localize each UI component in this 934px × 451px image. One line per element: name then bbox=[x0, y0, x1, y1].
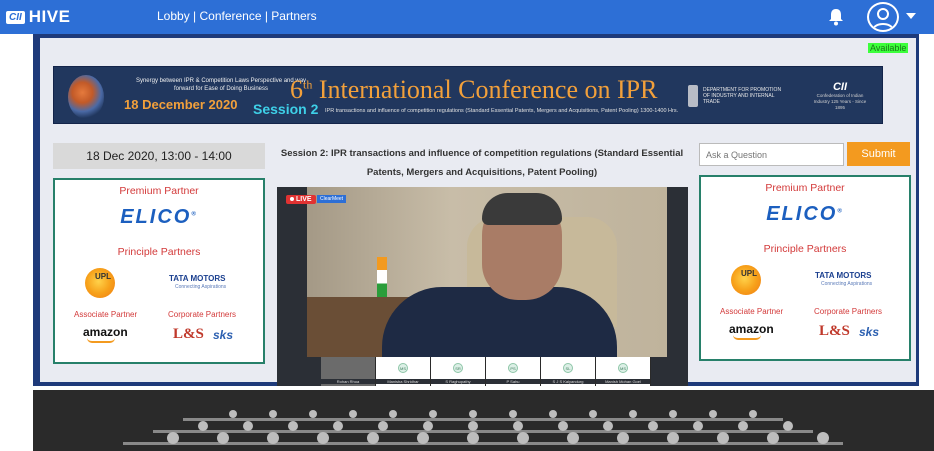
hive-logo-text: HIVE bbox=[28, 7, 71, 26]
speaker-hair bbox=[482, 193, 562, 225]
elico-logo[interactable]: ELICO® bbox=[55, 206, 263, 229]
nav-links[interactable]: Lobby | Conference | Partners bbox=[157, 9, 317, 23]
upl-logo-label: UPL bbox=[95, 272, 111, 281]
amazon-smile-icon bbox=[733, 335, 761, 340]
conference-banner: Synergy between IPR & Competition Laws P… bbox=[53, 66, 883, 124]
sks-logo[interactable]: sks bbox=[213, 328, 233, 342]
live-badge: LIVE bbox=[286, 195, 316, 204]
audience-seats-graphic bbox=[33, 390, 934, 451]
participant-tile[interactable]: SL S J S Kalyandurg bbox=[541, 357, 596, 386]
national-emblem-icon bbox=[688, 85, 698, 107]
premium-partner-heading: Premium Partner bbox=[765, 182, 845, 194]
tata-motors-tagline: Connecting Aspirations bbox=[821, 281, 873, 287]
fingerprint-icon bbox=[68, 75, 104, 119]
corporate-partners-heading: Corporate Partners bbox=[814, 307, 883, 316]
amazon-logo[interactable]: amazon bbox=[83, 325, 128, 339]
tata-motors-logo[interactable]: TATA MOTORS bbox=[815, 271, 871, 280]
participant-initials: SL bbox=[563, 363, 573, 373]
principle-partners-heading: Principle Partners bbox=[117, 246, 201, 258]
participant-initials: MS bbox=[398, 363, 408, 373]
banner-subtitle: IPR transactions and influence of compet… bbox=[325, 108, 679, 114]
associate-partner-heading: Associate Partner bbox=[74, 310, 138, 319]
participant-initials: SR bbox=[453, 363, 463, 373]
participant-strip: Rohan Rhoa MS Manisha Shridhar SR S Ragh… bbox=[321, 357, 651, 386]
partners-panel-right: Premium Partner ELICO® Principle Partner… bbox=[699, 175, 911, 361]
banner-theme: Synergy between IPR & Competition Laws P… bbox=[135, 78, 307, 92]
sks-logo[interactable]: sks bbox=[859, 325, 879, 339]
submit-button[interactable]: Submit bbox=[847, 142, 910, 166]
participant-tile[interactable]: SR S Raghupathy bbox=[431, 357, 486, 386]
premium-partner-heading: Premium Partner bbox=[119, 185, 199, 197]
cii-banner-logo: CII Confederation of Indian Industry 125… bbox=[813, 81, 867, 110]
tata-motors-logo[interactable]: TATA MOTORS bbox=[169, 274, 225, 283]
tata-motors-tagline: Connecting Aspirations bbox=[175, 284, 227, 290]
top-navigation-bar: CII HIVE Lobby | Conference | Partners bbox=[0, 0, 934, 34]
corporate-partners-heading: Corporate Partners bbox=[168, 310, 237, 319]
live-video-player[interactable]: LIVE ClearMeet Rohan Rhoa MS Manisha Shr… bbox=[277, 187, 688, 386]
participant-tile[interactable]: MS Manisha Shridhar bbox=[376, 357, 431, 386]
session-title: Session 2: IPR transactions and influenc… bbox=[280, 148, 684, 178]
hive-logo[interactable]: CII HIVE bbox=[6, 6, 70, 28]
participant-tile[interactable]: Rohan Rhoa bbox=[321, 357, 376, 386]
amazon-logo[interactable]: amazon bbox=[729, 322, 774, 336]
amazon-smile-icon bbox=[87, 338, 115, 343]
ls-logo[interactable]: L&S bbox=[173, 326, 204, 343]
partners-panel-left: Premium Partner ELICO® Principle Partner… bbox=[53, 178, 265, 364]
participant-tile[interactable]: PS P Sahu bbox=[486, 357, 541, 386]
live-dot-icon bbox=[290, 197, 294, 201]
auditorium-audience bbox=[33, 390, 934, 451]
ask-question-input[interactable] bbox=[699, 143, 844, 166]
upl-logo-label: UPL bbox=[741, 269, 757, 278]
ls-logo[interactable]: L&S bbox=[819, 323, 850, 340]
participant-initials: MS bbox=[618, 363, 628, 373]
principle-partners-heading: Principle Partners bbox=[763, 243, 847, 255]
status-badge: Available bbox=[868, 43, 909, 53]
notification-bell-icon[interactable] bbox=[826, 7, 846, 27]
speaker-body bbox=[382, 287, 617, 367]
video-source-tag: ClearMeet bbox=[317, 195, 347, 203]
flag-icon bbox=[377, 257, 387, 297]
dpiit-logo: DEPARTMENT FOR PROMOTION OF INDUSTRY AND… bbox=[688, 83, 788, 111]
banner-conference-title: 6th International Conference on IPR bbox=[290, 75, 658, 104]
associate-partner-heading: Associate Partner bbox=[720, 307, 784, 316]
chevron-down-icon[interactable] bbox=[906, 13, 916, 19]
cii-logo-mark: CII bbox=[6, 10, 25, 24]
session-time: 18 Dec 2020, 13:00 - 14:00 bbox=[53, 143, 265, 169]
banner-date: 18 December 2020 bbox=[124, 97, 238, 112]
user-avatar-icon[interactable] bbox=[867, 2, 899, 32]
participant-tile[interactable]: MS Manish Mohan Goel bbox=[596, 357, 651, 386]
participant-initials: PS bbox=[508, 363, 518, 373]
elico-logo[interactable]: ELICO® bbox=[701, 203, 909, 226]
